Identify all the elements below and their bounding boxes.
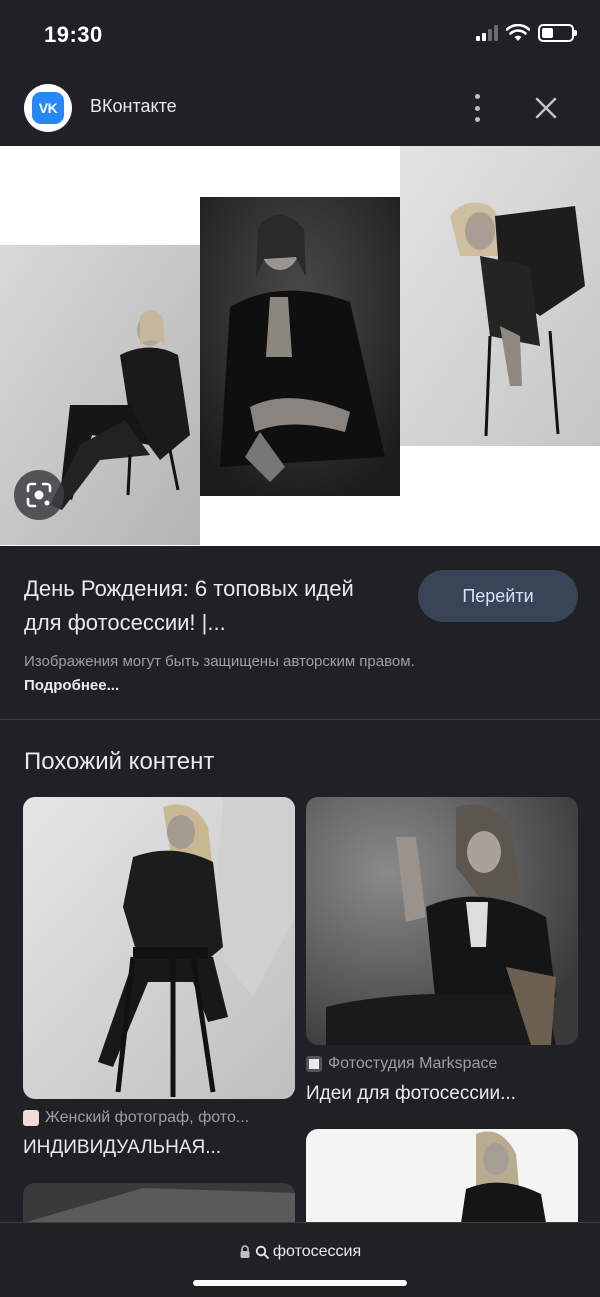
related-heading: Похожий контент	[24, 748, 215, 775]
result-title[interactable]: День Рождения: 6 топовых идей для фотосе…	[24, 572, 394, 640]
status-bar: 19:30	[0, 0, 600, 70]
url-text[interactable]: фотосессия	[273, 1243, 361, 1261]
related-card[interactable]: Фотостудия Markspace Идеи для фотосессии…	[306, 797, 578, 1117]
home-indicator[interactable]	[193, 1280, 407, 1286]
related-card-title[interactable]: Идеи для фотосессии...	[306, 1083, 516, 1105]
related-card[interactable]: Женский фотограф, фото... ИНДИВИДУАЛЬНАЯ…	[23, 797, 295, 1187]
more-vert-icon[interactable]	[466, 94, 488, 122]
related-card-source: Женский фотограф, фото...	[23, 1109, 249, 1127]
related-card[interactable]	[23, 1183, 295, 1223]
copyright-notice: Изображения могут быть защищены авторски…	[24, 650, 444, 698]
lock-icon	[240, 1245, 250, 1258]
photo-center	[200, 197, 400, 496]
status-icons	[476, 24, 577, 42]
related-card-image[interactable]	[23, 797, 295, 1099]
preview-image[interactable]	[0, 146, 600, 546]
learn-more-link[interactable]: Подробнее...	[24, 677, 119, 694]
image-viewer-header: VK ВКонтакте	[0, 70, 600, 146]
result-info: День Рождения: 6 топовых идей для фотосе…	[0, 546, 600, 720]
search-icon	[255, 1245, 269, 1259]
battery-icon	[538, 24, 577, 42]
copyright-text: Изображения могут быть защищены авторски…	[24, 653, 415, 670]
related-card-source-text: Фотостудия Markspace	[328, 1055, 498, 1072]
site-name[interactable]: ВКонтакте	[90, 96, 177, 117]
cellular-signal-icon	[476, 25, 498, 41]
status-time: 19:30	[44, 22, 103, 47]
vk-logo-icon: VK	[32, 92, 64, 124]
related-card-image[interactable]	[306, 797, 578, 1045]
source-favicon-icon	[23, 1110, 39, 1126]
related-card-source-text: Женский фотограф, фото...	[45, 1109, 250, 1126]
google-lens-icon[interactable]	[14, 470, 64, 520]
site-favicon[interactable]: VK	[24, 84, 72, 132]
url-row[interactable]: фотосессия	[0, 1243, 600, 1261]
related-card[interactable]	[306, 1129, 578, 1223]
related-card-image[interactable]	[306, 1129, 578, 1223]
source-favicon-icon	[306, 1056, 322, 1072]
related-card-title[interactable]: ИНДИВИДУАЛЬНАЯ...	[23, 1137, 221, 1159]
wifi-icon	[506, 24, 530, 41]
photo-right	[400, 146, 600, 446]
bottom-url-bar[interactable]: фотосессия	[0, 1222, 600, 1297]
related-card-source: Фотостудия Markspace	[306, 1055, 497, 1073]
related-card-image[interactable]	[23, 1183, 295, 1223]
close-icon[interactable]	[532, 94, 560, 122]
visit-button[interactable]: Перейти	[418, 570, 578, 622]
